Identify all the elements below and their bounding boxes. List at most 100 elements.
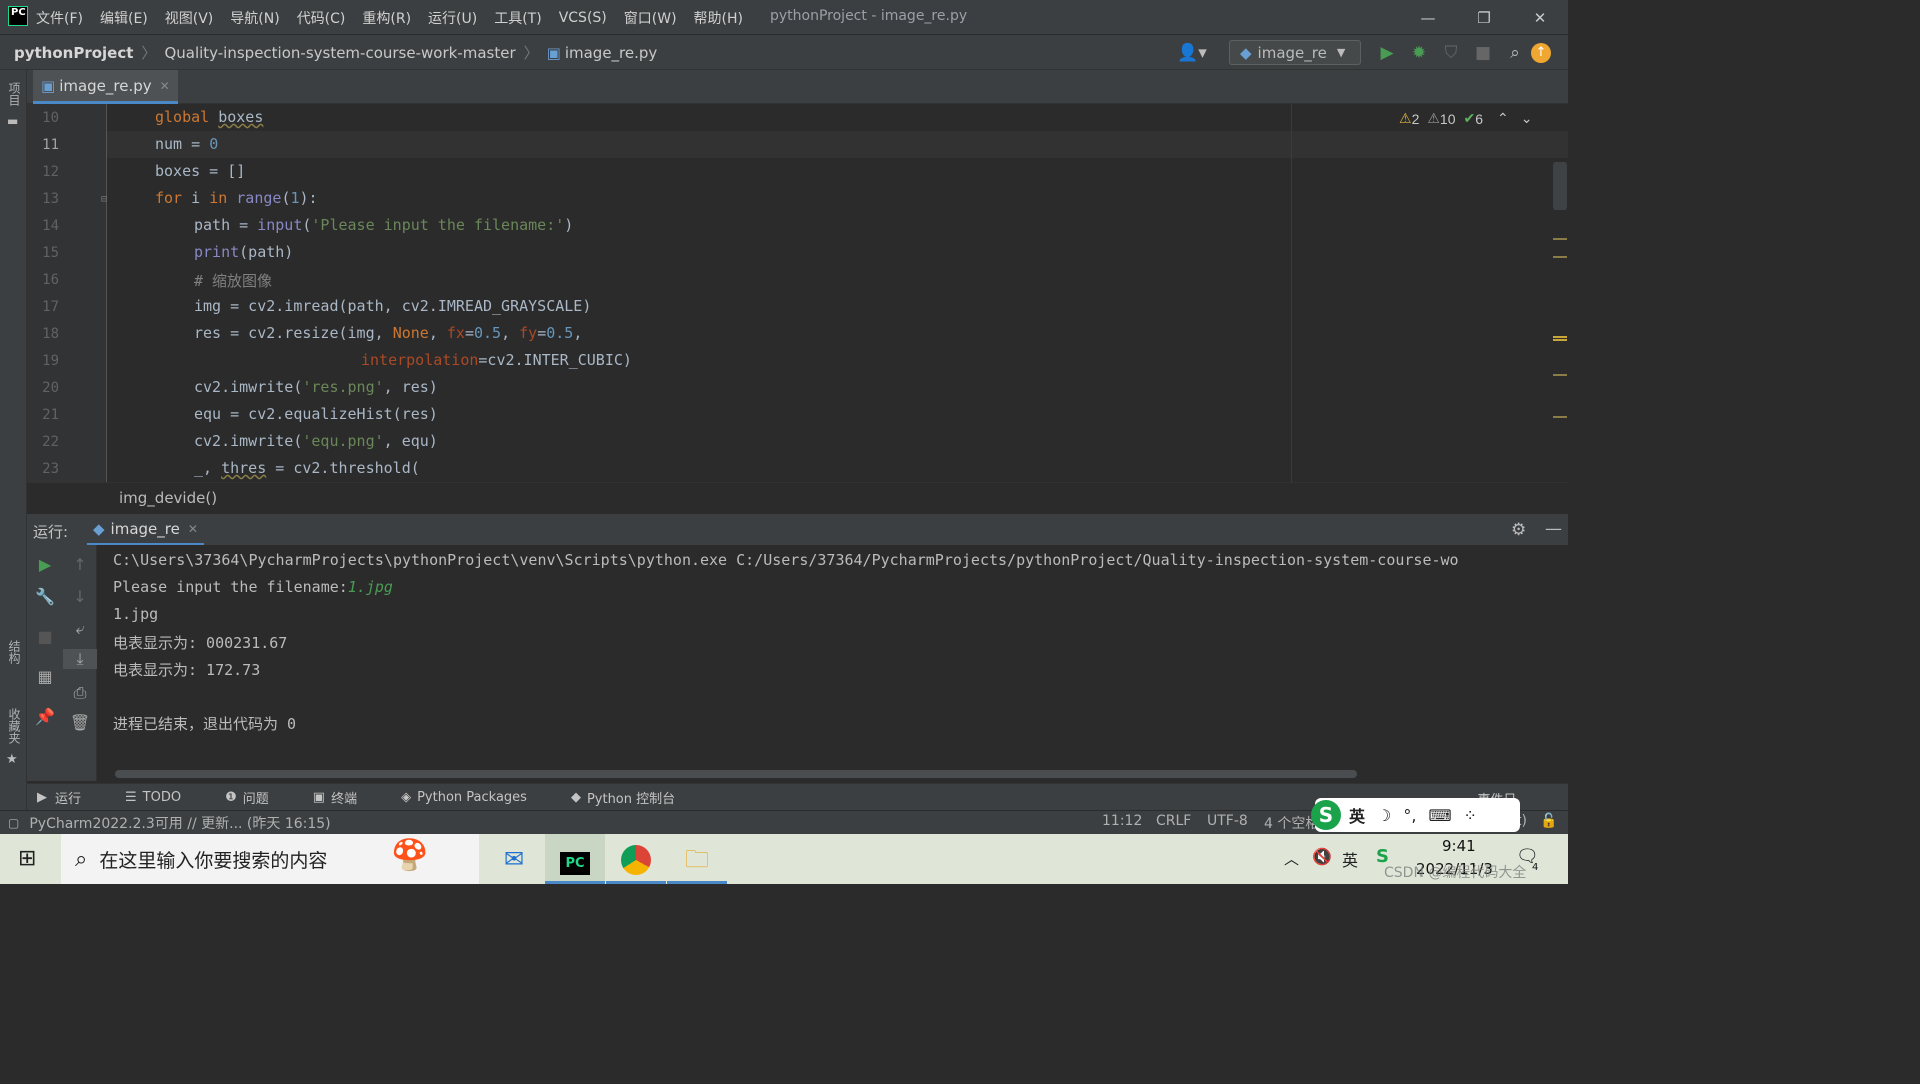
breadcrumb-folder[interactable]: Quality-inspection-system-course-work-ma… [164, 44, 515, 62]
search-icon[interactable]: ⌕ [1499, 43, 1531, 63]
python-icon: ◆ [93, 519, 105, 538]
menu-refactor[interactable]: 重构(R) [362, 6, 411, 30]
clock-time[interactable]: 9:41 [1442, 837, 1476, 855]
file-explorer-app-icon[interactable]: 🗀 [667, 834, 727, 884]
pycharm-app-icon[interactable]: PC [545, 834, 605, 884]
layout-icon[interactable]: ▦ [28, 667, 62, 686]
run-console[interactable]: C:\Users\37364\PycharmProjects\pythonPro… [97, 545, 1568, 781]
punctuation-icon[interactable]: °, [1403, 806, 1416, 825]
stop-icon[interactable]: ■ [1467, 43, 1499, 63]
project-tool-tab[interactable]: 项目 [6, 82, 23, 106]
next-highlight-icon[interactable]: ⌄ [1521, 110, 1533, 127]
chrome-app-icon[interactable] [606, 834, 666, 884]
file-encoding[interactable]: UTF-8 [1207, 813, 1248, 829]
stop-icon[interactable]: ■ [28, 627, 62, 646]
fold-icon[interactable]: ⊟ [101, 194, 107, 205]
console-exit-message: 进程已结束，退出代码为 0 [113, 715, 297, 733]
menu-file[interactable]: 文件(F) [36, 6, 83, 30]
error-stripe-mark[interactable] [1553, 336, 1567, 341]
menu-navigate[interactable]: 导航(N) [230, 6, 279, 30]
console-prompt-line: Please input the filename:1.jpg [113, 578, 393, 596]
arrow-up-icon[interactable]: ↑ [63, 555, 97, 574]
windows-start-icon[interactable]: ⊞ [18, 846, 36, 871]
inspection-widget[interactable]: ⚠ 2 ⚠ 10 ✔ 6 ⌃ ⌄ [1399, 110, 1533, 127]
run-icon[interactable]: ▶ [1371, 43, 1403, 63]
tool-tab-python-console[interactable]: ◆ Python 控制台 [571, 788, 697, 807]
scroll-to-end-icon[interactable]: ⤓ [63, 649, 97, 669]
update-icon[interactable]: ↑ [1531, 42, 1551, 63]
wrench-icon[interactable]: 🔧 [28, 587, 62, 606]
chevron-up-icon[interactable]: ︿ [1284, 848, 1299, 869]
close-icon[interactable]: ✕ [1512, 9, 1568, 27]
breadcrumb-file[interactable]: image_re.py [565, 44, 657, 62]
menu-help[interactable]: 帮助(H) [694, 6, 743, 30]
tool-tab-terminal[interactable]: ▣ 终端 [313, 788, 379, 807]
menu-code[interactable]: 代码(C) [297, 6, 346, 30]
console-horizontal-scrollbar[interactable] [115, 770, 1357, 778]
tab-close-icon[interactable]: ✕ [160, 79, 170, 93]
tab-close-icon[interactable]: ✕ [188, 522, 198, 536]
error-stripe-mark[interactable] [1553, 416, 1567, 418]
lock-icon[interactable]: 🔓 [1540, 813, 1557, 829]
mail-app-icon[interactable]: ✉ [484, 834, 544, 884]
run-config-selector[interactable]: ◆ image_re ▼ [1229, 40, 1361, 65]
moon-icon[interactable]: ☽ [1377, 806, 1391, 825]
update-notice[interactable]: PyCharm2022.2.3可用 // 更新... (昨天 16:15) [29, 813, 330, 833]
caret-position[interactable]: 11:12 [1102, 813, 1142, 829]
tray-language[interactable]: 英 [1342, 847, 1358, 871]
error-stripe-mark[interactable] [1553, 374, 1567, 376]
soft-wrap-icon[interactable]: ⤶ [63, 619, 97, 639]
debug-icon[interactable]: ✹ [1403, 43, 1435, 63]
hide-panel-icon[interactable]: — [1545, 519, 1562, 539]
print-icon[interactable]: ⎙ [63, 683, 97, 703]
keyboard-icon[interactable]: ⌨ [1428, 806, 1451, 825]
ime-language[interactable]: 英 [1349, 803, 1365, 827]
menu-tools[interactable]: 工具(T) [494, 6, 541, 30]
windows-taskbar: ⊞ ⌕ 在这里输入你要搜索的内容 🍄 ✉ PC 🗀 ︿ 🔇 英 S 9:41 2… [0, 834, 1568, 884]
run-tab-image-re[interactable]: ◆ image_re ✕ [87, 514, 204, 546]
error-stripe-mark[interactable] [1553, 238, 1567, 240]
pin-icon[interactable]: 📌 [28, 707, 62, 726]
menu-edit[interactable]: 编辑(E) [100, 6, 148, 30]
menu-vcs[interactable]: VCS(S) [559, 8, 607, 28]
tab-image-re-py[interactable]: ▣ image_re.py ✕ [33, 70, 178, 104]
trash-icon[interactable]: 🗑 [63, 713, 97, 732]
taskbar-search-box[interactable]: ⌕ 在这里输入你要搜索的内容 🍄 [61, 834, 479, 884]
pycharm-logo-icon[interactable]: PC [8, 6, 28, 26]
menu-run[interactable]: 运行(U) [428, 6, 477, 30]
prev-highlight-icon[interactable]: ⌃ [1497, 110, 1509, 127]
layers-icon: ◈ [401, 789, 412, 805]
line-number: 10 [42, 110, 59, 126]
right-margin-guide [1291, 104, 1292, 482]
chevron-right-icon: 〉 [141, 44, 157, 62]
tool-tab-todo[interactable]: ☰ TODO [125, 790, 203, 805]
menu-view[interactable]: 视图(V) [165, 6, 214, 30]
line-separator[interactable]: CRLF [1156, 813, 1191, 829]
toggle-tool-windows-icon[interactable]: ▢ [8, 816, 19, 830]
breadcrumb-project[interactable]: pythonProject [14, 44, 133, 62]
notification-count: 4 [1532, 862, 1539, 873]
tool-tab-problems[interactable]: ❶ 问题 [225, 788, 291, 807]
menu-window[interactable]: 窗口(W) [624, 6, 677, 30]
error-stripe-mark[interactable] [1553, 256, 1567, 258]
apps-grid-icon[interactable]: ⁘ [1464, 806, 1477, 825]
sogou-logo-icon[interactable]: S [1311, 800, 1341, 830]
minimize-icon[interactable]: — [1400, 9, 1456, 27]
warning-count: 2 [1411, 110, 1420, 127]
tool-tab-python-packages[interactable]: ◈ Python Packages [401, 790, 549, 805]
rerun-icon[interactable]: ▶ [28, 555, 62, 574]
user-icon[interactable]: 👤▾ [1176, 43, 1208, 63]
run-config-label: image_re [1257, 43, 1327, 62]
coverage-icon[interactable]: ⛉ [1435, 43, 1467, 63]
volume-mute-icon[interactable]: 🔇 [1312, 847, 1332, 866]
bookmarks-tool-tab[interactable]: 收藏夹 [6, 708, 23, 744]
code-editor[interactable]: 10 11 12 13 14 15 16 17 18 19 20 21 22 2… [27, 104, 1568, 482]
tool-tab-run[interactable]: ▶ 运行 [37, 788, 103, 807]
settings-gear-icon[interactable]: ⚙ [1511, 520, 1526, 540]
structure-tool-tab[interactable]: 结构 [6, 640, 23, 664]
editor-scrollbar[interactable] [1553, 162, 1567, 210]
search-icon: ⌕ [75, 846, 88, 872]
structure-breadcrumb[interactable]: img_devide() [27, 482, 1568, 513]
restore-icon[interactable]: ❐ [1456, 9, 1512, 27]
arrow-down-icon[interactable]: ↓ [63, 587, 97, 606]
